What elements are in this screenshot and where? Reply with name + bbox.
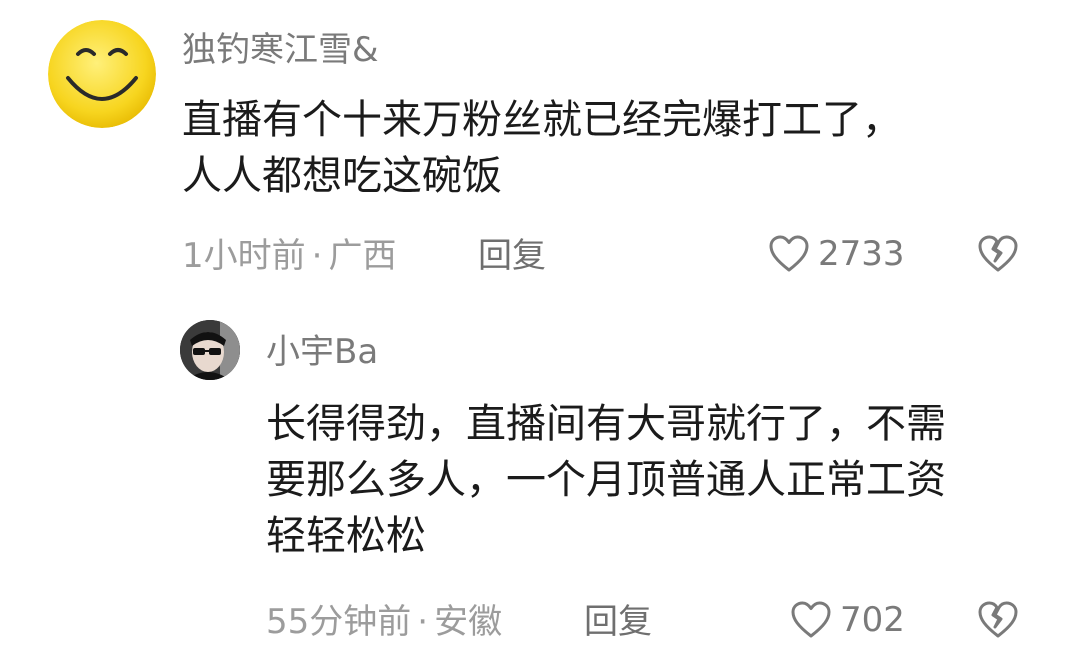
username[interactable]: 小宇Ba (266, 332, 378, 372)
like-count: 2733 (818, 234, 905, 274)
timestamp: 55分钟前 (266, 602, 412, 642)
location: 广西 (328, 236, 397, 276)
heart-outline-icon (791, 601, 831, 638)
like-count: 702 (840, 600, 905, 640)
location: 安徽 (434, 602, 503, 642)
separator: · (311, 236, 323, 276)
username[interactable]: 独钓寒江雪& (182, 30, 379, 70)
comment-text: 直播有个十来万粉丝就已经完爆打工了， 人人都想吃这碗饭 (182, 97, 902, 199)
comment-text: 长得得劲，直播间有大哥就行了，不需 要那么多人，一个月顶普通人正常工资 轻轻松松 (266, 401, 946, 559)
reply-item: 小宇Ba 长得得劲，直播间有大哥就行了，不需 要那么多人，一个月顶普通人正常工资… (0, 300, 1080, 652)
dislike-button[interactable] (976, 234, 1020, 278)
avatar[interactable] (48, 20, 156, 128)
dislike-button[interactable] (976, 600, 1020, 644)
comment-item: 独钓寒江雪& 直播有个十来万粉丝就已经完爆打工了， 人人都想吃这碗饭 1小时前 ·… (0, 0, 1080, 300)
comment-meta: 55分钟前 · 安徽 (266, 602, 502, 642)
like-button[interactable]: 702 (790, 600, 905, 640)
smiley-face-icon (48, 20, 156, 128)
avatar[interactable] (180, 320, 240, 380)
reply-button[interactable]: 回复 (584, 602, 652, 642)
broken-heart-icon (978, 601, 1018, 638)
reply-button[interactable]: 回复 (478, 236, 546, 276)
timestamp: 1小时前 (182, 236, 306, 276)
sunglasses-person-avatar (180, 320, 240, 380)
separator: · (417, 602, 429, 642)
like-button[interactable]: 2733 (768, 234, 905, 274)
broken-heart-icon (978, 235, 1018, 272)
heart-outline-icon (769, 235, 809, 272)
comment-meta: 1小时前 · 广西 (182, 236, 396, 276)
